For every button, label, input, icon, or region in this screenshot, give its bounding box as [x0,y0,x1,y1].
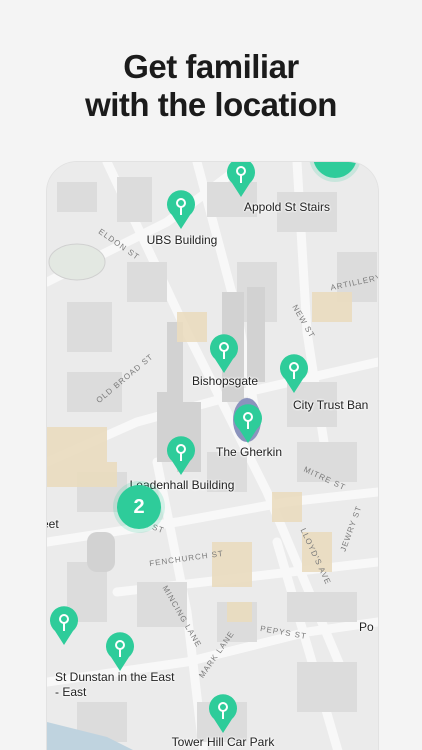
map-pin-ubs-building[interactable] [166,190,196,230]
location-pin-icon [167,436,195,475]
map-pin-the-gherkin[interactable] [233,404,263,444]
map-label-tower-hill-car-park: Tower Hill Car Park [171,735,275,749]
map-edge-label-left: eet [47,517,59,531]
location-pin-icon [209,694,237,733]
location-pin-icon [234,404,262,443]
map-pin-appold-st-stairs[interactable] [226,162,256,198]
map-label-city-trust-bank: City Trust Ban [293,398,369,412]
map-edge-label-right: Po [359,620,374,634]
map-label-the-gherkin: The Gherkin [215,445,283,459]
map-label-east: - East [55,685,87,699]
map-label-bishopsgate: Bishopsgate [191,374,259,388]
map-pin-tower-hill-car-park[interactable] [208,694,238,734]
map-pin-city-trust-bank[interactable] [279,354,309,394]
headline-line-2: with the location [85,86,337,123]
location-pin-icon [106,632,134,671]
cluster-marker[interactable]: 2 [117,485,161,529]
map-pin-leadenhall-building[interactable] [166,436,196,476]
location-pin-icon [167,190,195,229]
location-pin-icon [210,334,238,373]
map-pin-east-edge[interactable] [49,606,79,646]
location-pin-icon [280,354,308,393]
map-view[interactable]: ELDON ST ARTILLERY NEW ST OLD BROAD ST L… [47,162,378,750]
map-label-appold-st-stairs: Appold St Stairs [243,200,331,214]
map-label-st-dunstan: St Dunstan in the East [55,670,175,684]
headline-line-1: Get familiar [123,48,299,85]
map-label-ubs-building: UBS Building [146,233,218,247]
map-pin-st-dunstan[interactable] [105,632,135,672]
location-pin-icon [50,606,78,645]
location-pin-icon [227,162,255,197]
map-pin-bishopsgate[interactable] [209,334,239,374]
headline: Get familiar with the location [0,48,422,124]
